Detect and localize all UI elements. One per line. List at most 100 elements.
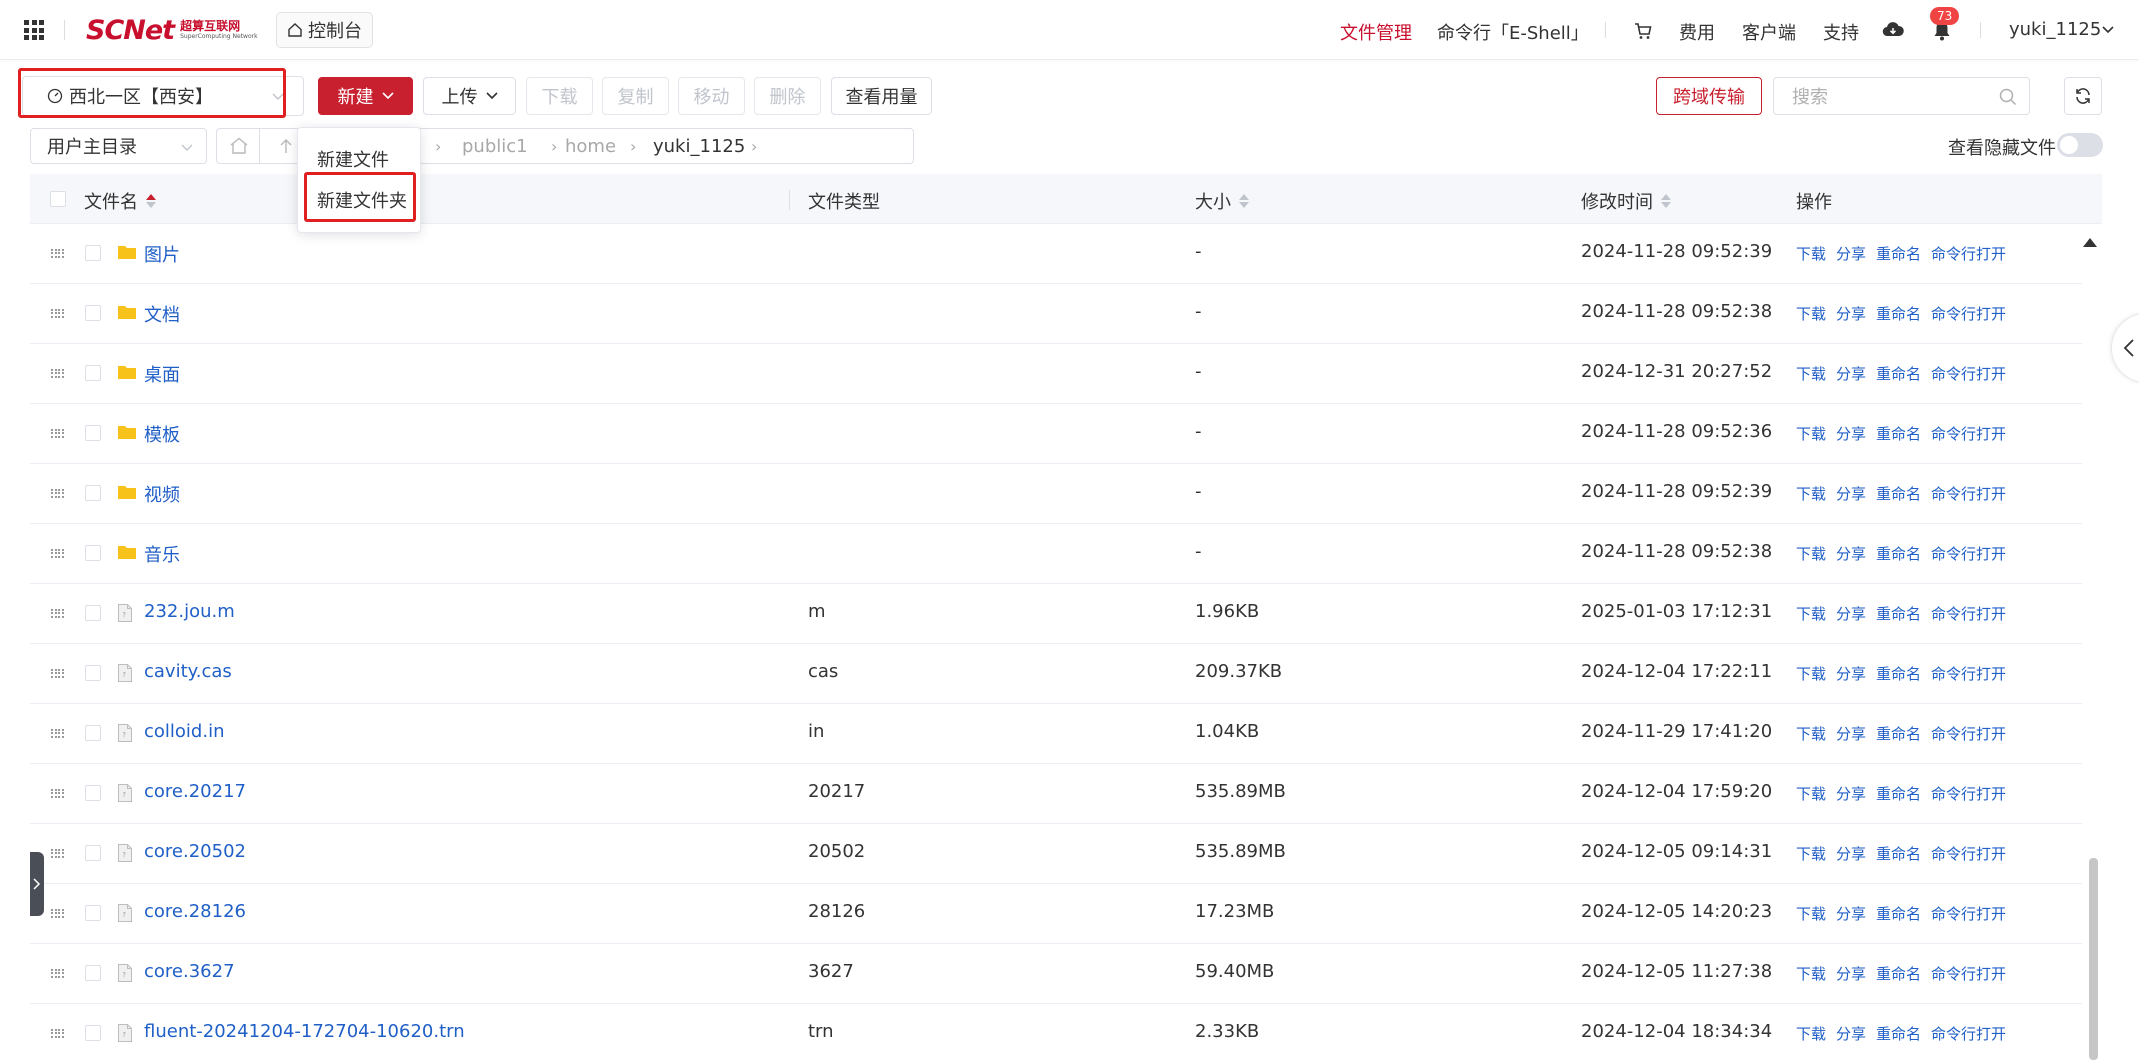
- open-in-shell-link[interactable]: 命令行打开: [1931, 905, 2006, 923]
- download-link[interactable]: 下载: [1796, 425, 1826, 443]
- table-row[interactable]: ? core.20217 20217 535.89MB 2024-12-04 17:59…: [30, 764, 2082, 824]
- download-link[interactable]: 下载: [1796, 1025, 1826, 1043]
- drag-handle-icon[interactable]: [51, 669, 64, 678]
- open-in-shell-link[interactable]: 命令行打开: [1931, 485, 2006, 503]
- drag-handle-icon[interactable]: [51, 309, 64, 318]
- row-checkbox[interactable]: [85, 665, 101, 681]
- view-usage-button[interactable]: 查看用量: [831, 77, 932, 115]
- table-row[interactable]: 图片 - 2024-11-28 09:52:39 下载 分享 重命名 命令行打开: [30, 224, 2082, 284]
- select-all-checkbox[interactable]: [50, 191, 66, 207]
- file-name-link[interactable]: 图片: [144, 241, 180, 267]
- file-name-link[interactable]: core.20217: [144, 781, 246, 802]
- table-row[interactable]: ? fluent-20241204-172704-10620.trn trn 2.33…: [30, 1004, 2082, 1060]
- download-link[interactable]: 下载: [1796, 305, 1826, 323]
- file-name-link[interactable]: core.3627: [144, 961, 235, 982]
- download-link[interactable]: 下载: [1796, 245, 1826, 263]
- open-in-shell-link[interactable]: 命令行打开: [1931, 365, 2006, 383]
- file-name-link[interactable]: 视频: [144, 481, 180, 507]
- rename-link[interactable]: 重命名: [1876, 965, 1921, 983]
- nav-support[interactable]: 支持: [1823, 19, 1859, 45]
- region-select[interactable]: 西北一区【西安】: [22, 76, 304, 116]
- file-name-link[interactable]: core.28126: [144, 901, 246, 922]
- drag-handle-icon[interactable]: [51, 369, 64, 378]
- download-link[interactable]: 下载: [1796, 785, 1826, 803]
- rename-link[interactable]: 重命名: [1876, 605, 1921, 623]
- rename-link[interactable]: 重命名: [1876, 365, 1921, 383]
- drag-handle-icon[interactable]: [51, 489, 64, 498]
- nav-file-manage[interactable]: 文件管理: [1340, 19, 1412, 45]
- drag-handle-icon[interactable]: [51, 549, 64, 558]
- file-name-link[interactable]: cavity.cas: [144, 661, 232, 682]
- row-checkbox[interactable]: [85, 965, 101, 981]
- console-button[interactable]: 控制台: [276, 12, 373, 48]
- row-checkbox[interactable]: [85, 245, 101, 261]
- download-link[interactable]: 下载: [1796, 365, 1826, 383]
- download-link[interactable]: 下载: [1796, 665, 1826, 683]
- open-in-shell-link[interactable]: 命令行打开: [1931, 785, 2006, 803]
- file-name-link[interactable]: 模板: [144, 421, 180, 447]
- column-name[interactable]: 文件名: [84, 188, 156, 214]
- drag-handle-icon[interactable]: [51, 249, 64, 258]
- table-row[interactable]: 桌面 - 2024-12-31 20:27:52 下载 分享 重命名 命令行打开: [30, 344, 2082, 404]
- nav-fees[interactable]: 费用: [1679, 19, 1715, 45]
- apps-grid-icon[interactable]: [24, 20, 44, 40]
- drag-handle-icon[interactable]: [51, 609, 64, 618]
- download-link[interactable]: 下载: [1796, 965, 1826, 983]
- rename-link[interactable]: 重命名: [1876, 245, 1921, 263]
- rename-link[interactable]: 重命名: [1876, 905, 1921, 923]
- file-name-link[interactable]: colloid.in: [144, 721, 224, 742]
- left-panel-toggle[interactable]: [30, 852, 44, 916]
- cart-icon[interactable]: [1634, 22, 1652, 40]
- row-checkbox[interactable]: [85, 905, 101, 921]
- download-button[interactable]: 下载: [526, 77, 593, 115]
- row-checkbox[interactable]: [85, 785, 101, 801]
- file-name-link[interactable]: 音乐: [144, 541, 180, 567]
- row-checkbox[interactable]: [85, 485, 101, 501]
- breadcrumb-current[interactable]: yuki_1125: [653, 136, 745, 157]
- row-checkbox[interactable]: [85, 1025, 101, 1041]
- share-link[interactable]: 分享: [1836, 905, 1866, 923]
- file-name-link[interactable]: 232.jou.m: [144, 601, 235, 622]
- nav-eshell[interactable]: 命令行「E-Shell」: [1437, 19, 1589, 45]
- rename-link[interactable]: 重命名: [1876, 485, 1921, 503]
- share-link[interactable]: 分享: [1836, 1025, 1866, 1043]
- share-link[interactable]: 分享: [1836, 845, 1866, 863]
- user-menu[interactable]: yuki_1125: [2009, 19, 2101, 40]
- open-in-shell-link[interactable]: 命令行打开: [1931, 305, 2006, 323]
- share-link[interactable]: 分享: [1836, 665, 1866, 683]
- file-name-link[interactable]: 桌面: [144, 361, 180, 387]
- rename-link[interactable]: 重命名: [1876, 1025, 1921, 1043]
- column-mtime[interactable]: 修改时间: [1581, 188, 1671, 214]
- right-panel-toggle[interactable]: [2111, 313, 2139, 383]
- share-link[interactable]: 分享: [1836, 305, 1866, 323]
- open-in-shell-link[interactable]: 命令行打开: [1931, 725, 2006, 743]
- row-checkbox[interactable]: [85, 605, 101, 621]
- table-row[interactable]: ? core.20502 20502 535.89MB 2024-12-05 09:14…: [30, 824, 2082, 884]
- scnet-logo[interactable]: SCNet 超算互联网 SuperComputing Network: [86, 14, 258, 46]
- drag-handle-icon[interactable]: [51, 849, 64, 858]
- rename-link[interactable]: 重命名: [1876, 845, 1921, 863]
- share-link[interactable]: 分享: [1836, 425, 1866, 443]
- open-in-shell-link[interactable]: 命令行打开: [1931, 425, 2006, 443]
- menu-item-new-folder[interactable]: 新建文件夹: [317, 187, 407, 213]
- show-hidden-toggle[interactable]: [2057, 133, 2103, 157]
- rename-link[interactable]: 重命名: [1876, 425, 1921, 443]
- share-link[interactable]: 分享: [1836, 725, 1866, 743]
- download-link[interactable]: 下载: [1796, 605, 1826, 623]
- file-name-link[interactable]: 文档: [144, 301, 180, 327]
- drag-handle-icon[interactable]: [51, 909, 64, 918]
- drag-handle-icon[interactable]: [51, 789, 64, 798]
- cloud-download-icon[interactable]: [1882, 21, 1904, 39]
- share-link[interactable]: 分享: [1836, 545, 1866, 563]
- arrow-up-icon[interactable]: [279, 138, 293, 154]
- file-name-link[interactable]: fluent-20241204-172704-10620.trn: [144, 1021, 465, 1042]
- share-link[interactable]: 分享: [1836, 245, 1866, 263]
- open-in-shell-link[interactable]: 命令行打开: [1931, 1025, 2006, 1043]
- download-link[interactable]: 下载: [1796, 845, 1826, 863]
- row-checkbox[interactable]: [85, 845, 101, 861]
- table-row[interactable]: 文档 - 2024-11-28 09:52:38 下载 分享 重命名 命令行打开: [30, 284, 2082, 344]
- table-row[interactable]: 视频 - 2024-11-28 09:52:39 下载 分享 重命名 命令行打开: [30, 464, 2082, 524]
- menu-item-new-file[interactable]: 新建文件: [317, 146, 389, 172]
- search-icon[interactable]: [1999, 88, 2017, 106]
- download-link[interactable]: 下载: [1796, 725, 1826, 743]
